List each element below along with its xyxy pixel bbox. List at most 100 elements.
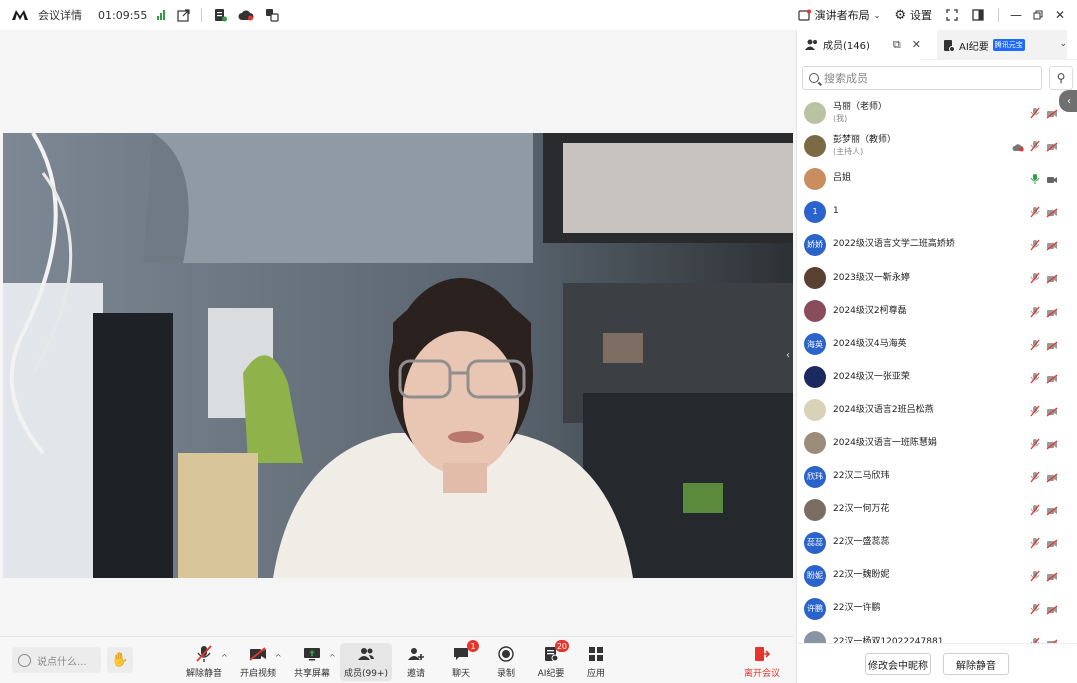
member-row[interactable]: 2024级汉2柯尊磊	[797, 295, 1077, 328]
camera-off-icon[interactable]	[1046, 472, 1058, 483]
avatar: 1	[804, 200, 826, 223]
leave-meeting-button[interactable]: 离开会议	[738, 643, 786, 681]
member-row[interactable]: 2024级汉一张亚荣	[797, 361, 1077, 394]
camera-off-icon[interactable]	[1046, 406, 1058, 417]
collapse-panel-handle[interactable]: ‹	[783, 346, 793, 364]
record-icon	[496, 645, 516, 663]
member-row[interactable]: 马丽（老师） (我)	[797, 96, 1077, 129]
mic-on-icon[interactable]	[1030, 173, 1040, 185]
camera-off-icon[interactable]	[1046, 340, 1058, 351]
camera-off-icon[interactable]	[1046, 141, 1058, 152]
member-search-input[interactable]: 搜索成员	[802, 66, 1042, 90]
camera-off-icon[interactable]	[1046, 604, 1058, 615]
translate-icon[interactable]	[264, 7, 280, 23]
mic-muted-icon[interactable]	[1030, 405, 1040, 417]
member-role: (主持人)	[833, 146, 864, 156]
add-user-icon: ⚲	[1056, 71, 1066, 85]
fullscreen-button[interactable]	[946, 9, 958, 21]
camera-off-icon[interactable]	[1046, 373, 1058, 384]
record-button[interactable]: 录制	[482, 643, 530, 681]
mic-muted-icon[interactable]	[1030, 438, 1040, 450]
member-row[interactable]: 22汉一何万花	[797, 493, 1077, 526]
camera-off-icon[interactable]	[1046, 108, 1058, 119]
minimize-icon: —	[1010, 8, 1022, 22]
mic-muted-icon[interactable]	[1030, 339, 1040, 351]
emoji-icon[interactable]	[18, 653, 31, 667]
mic-muted-icon[interactable]	[1030, 372, 1040, 384]
mic-muted-icon[interactable]	[1030, 537, 1040, 549]
apps-button[interactable]: 应用	[572, 643, 620, 681]
mic-muted-icon[interactable]	[1030, 272, 1040, 284]
mic-muted-icon[interactable]	[1030, 206, 1040, 218]
popout-icon[interactable]: ⧉	[893, 38, 901, 52]
invite-member-button[interactable]: ⚲	[1049, 66, 1073, 90]
tab-ai-notes[interactable]: AI纪要 腾讯元宝	[937, 30, 1067, 60]
camera-off-icon[interactable]	[1046, 571, 1058, 582]
ai-notes-button[interactable]: 20 AI纪要	[527, 640, 575, 681]
apps-grid-icon	[586, 645, 606, 663]
member-row[interactable]: 蕊蕊 22汉一盛蕊蕊	[797, 526, 1077, 559]
rename-in-meeting-button[interactable]: 修改会中昵称	[865, 653, 931, 675]
cloud-record-icon[interactable]	[238, 7, 254, 23]
member-row[interactable]: 许鹏 22汉一许鹏	[797, 592, 1077, 625]
chevron-left-icon: ‹	[786, 349, 790, 361]
members-label: 成员(99+)	[343, 669, 389, 679]
camera-off-icon[interactable]	[1046, 538, 1058, 549]
network-signal-icon[interactable]	[157, 10, 166, 20]
audio-options-caret[interactable]: ^	[221, 653, 228, 662]
document-security-icon[interactable]	[212, 7, 228, 23]
camera-off-icon[interactable]	[1046, 307, 1058, 318]
chat-button[interactable]: 1 聊天	[437, 640, 485, 681]
speaker-video[interactable]	[3, 133, 793, 578]
member-row[interactable]: 盼妮 22汉一魏盼妮	[797, 559, 1077, 592]
mic-muted-icon[interactable]	[1030, 239, 1040, 251]
mic-muted-icon[interactable]	[1030, 504, 1040, 516]
mic-muted-icon[interactable]	[1030, 603, 1040, 615]
minimize-button[interactable]: —	[1005, 0, 1027, 30]
share-window-icon[interactable]	[175, 7, 191, 23]
unmute-button[interactable]: 解除静音	[180, 643, 228, 681]
mic-muted-icon[interactable]	[1030, 306, 1040, 318]
settings-button[interactable]: ⚙ 设置	[894, 7, 932, 23]
member-row[interactable]: 2024级汉语言一班陈慧娟	[797, 427, 1077, 460]
close-panel-icon[interactable]: ✕	[912, 38, 921, 51]
member-row[interactable]: 11	[797, 195, 1077, 228]
raise-hand-button[interactable]: ✋	[107, 647, 133, 673]
mic-muted-icon[interactable]	[1030, 140, 1040, 152]
avatar	[804, 631, 826, 643]
close-icon: ✕	[1054, 8, 1066, 22]
start-video-button[interactable]: 开启视频	[234, 643, 282, 681]
share-options-caret[interactable]: ^	[329, 653, 336, 662]
mic-muted-icon[interactable]	[1030, 570, 1040, 582]
camera-off-icon[interactable]	[1046, 273, 1058, 284]
camera-off-icon[interactable]	[1046, 240, 1058, 251]
member-row[interactable]: 2023级汉一靳永婷	[797, 261, 1077, 294]
member-row[interactable]: 娇娇 2022级汉语言文学二班高娇娇	[797, 228, 1077, 261]
chevron-down-icon[interactable]: ⌄	[1059, 39, 1067, 49]
members-button[interactable]: 成员(99+)	[340, 643, 392, 681]
camera-off-icon[interactable]	[1046, 505, 1058, 516]
mic-muted-icon[interactable]	[1030, 107, 1040, 119]
panel-footer: 修改会中昵称 解除静音	[797, 643, 1077, 683]
member-row[interactable]: 吕姐	[797, 162, 1077, 195]
member-row[interactable]: 2024级汉语言2班吕松燕	[797, 394, 1077, 427]
tab-members[interactable]: 成员(146) ⧉ ✕	[797, 29, 921, 60]
close-window-button[interactable]: ✕	[1049, 0, 1071, 30]
quick-chat-input[interactable]: 说点什么...	[12, 647, 101, 673]
unmute-all-button[interactable]: 解除静音	[943, 653, 1009, 675]
sidebar-toggle-button[interactable]	[972, 9, 984, 21]
restore-button[interactable]	[1027, 0, 1049, 30]
member-row[interactable]: 彭梦丽（教师） (主持人)	[797, 129, 1077, 162]
camera-on-icon[interactable]	[1046, 174, 1058, 184]
invite-button[interactable]: 邀请	[392, 643, 440, 681]
meeting-details-link[interactable]: 会议详情	[38, 7, 82, 23]
member-row[interactable]: 欣玮 22汉二马欣玮	[797, 460, 1077, 493]
layout-switcher[interactable]: 演讲者布局 ⌄	[798, 7, 880, 23]
member-row[interactable]: 海英 2024级汉4马海英	[797, 328, 1077, 361]
mic-muted-icon[interactable]	[1030, 471, 1040, 483]
member-row[interactable]: 22汉一杨双12022247881	[797, 626, 1077, 643]
camera-off-icon[interactable]	[1046, 439, 1058, 450]
video-options-caret[interactable]: ^	[275, 653, 282, 662]
camera-off-icon[interactable]	[1046, 207, 1058, 218]
share-screen-button[interactable]: 共享屏幕	[288, 643, 336, 681]
